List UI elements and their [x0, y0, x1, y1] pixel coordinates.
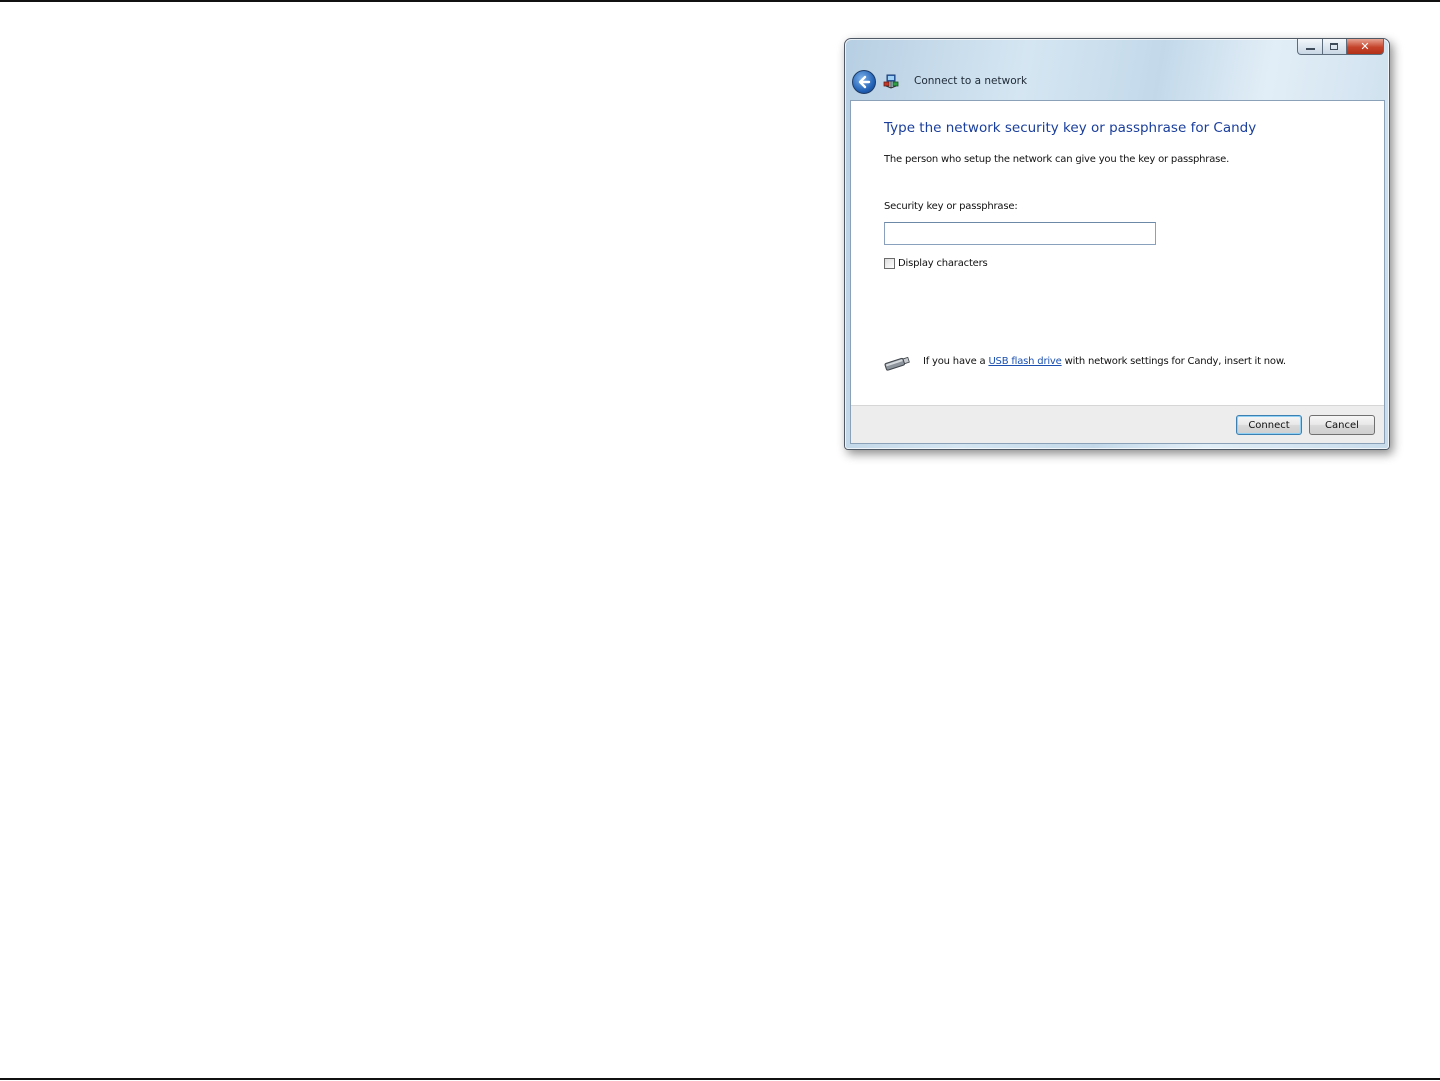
minimize-button[interactable] [1297, 39, 1323, 55]
connect-button[interactable]: Connect [1236, 415, 1302, 435]
minimize-icon [1306, 48, 1315, 50]
page-heading: Type the network security key or passphr… [884, 120, 1257, 136]
display-characters-checkbox[interactable] [884, 258, 895, 269]
maximize-button[interactable] [1323, 39, 1347, 55]
caption-buttons: ✕ [1297, 39, 1384, 56]
back-button[interactable] [852, 70, 876, 94]
cancel-button[interactable]: Cancel [1309, 415, 1375, 435]
page-top-rule [0, 0, 1440, 2]
close-icon: ✕ [1360, 39, 1370, 53]
window-title: Connect to a network [914, 75, 1028, 87]
dialog-client-area: Type the network security key or passphr… [850, 100, 1385, 444]
usb-notice: If you have a USB flash drive with netwo… [923, 356, 1286, 367]
security-key-label: Security key or passphrase: [884, 201, 1018, 212]
security-key-input[interactable] [884, 222, 1156, 245]
usb-flash-drive-icon [884, 356, 910, 371]
display-characters-label: Display characters [898, 258, 988, 269]
display-characters-option[interactable]: Display characters [884, 258, 988, 269]
maximize-icon [1330, 43, 1338, 50]
connect-network-window: ✕ Connect to a network Type the network … [844, 38, 1390, 450]
usb-notice-prefix: If you have a [923, 356, 989, 367]
usb-notice-suffix: with network settings for Candy, insert … [1061, 356, 1287, 367]
page-bottom-rule [0, 1078, 1440, 1080]
close-button[interactable]: ✕ [1347, 39, 1384, 55]
back-arrow-icon [858, 75, 871, 89]
dialog-footer: Connect Cancel [851, 405, 1384, 443]
network-connect-icon [883, 74, 899, 89]
usb-flash-drive-link[interactable]: USB flash drive [988, 356, 1061, 367]
instruction-text: The person who setup the network can giv… [884, 154, 1230, 165]
